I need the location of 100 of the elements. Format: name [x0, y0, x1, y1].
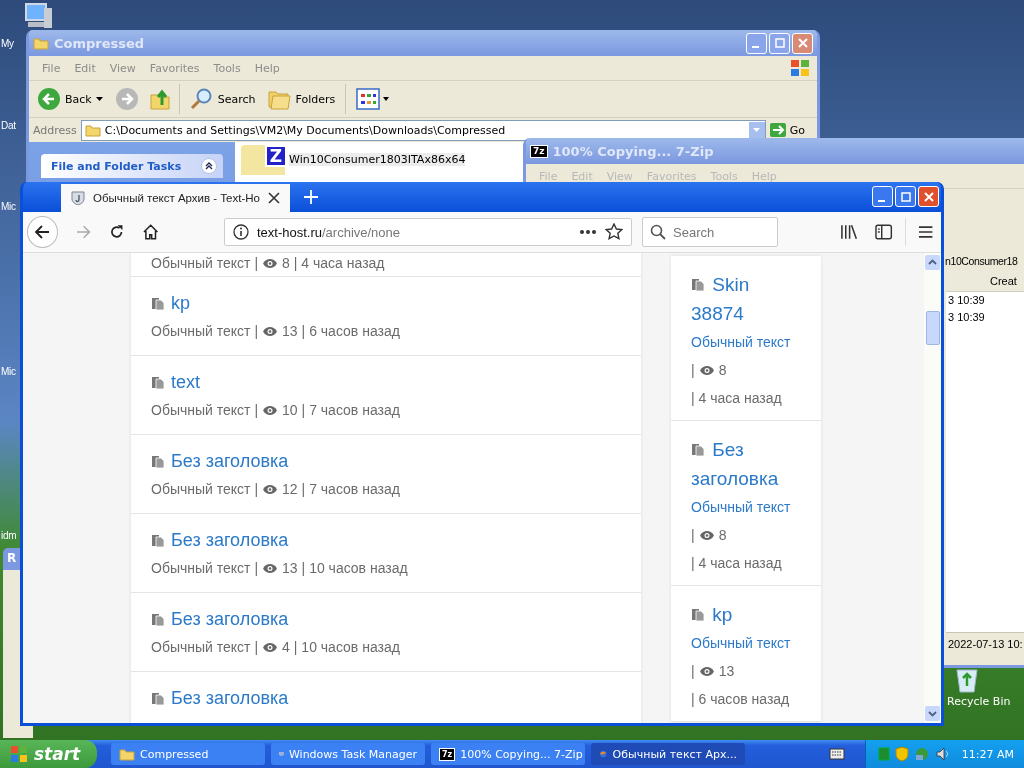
document-icon — [151, 296, 165, 310]
browser-tab[interactable]: Обычный текст Архив - Text-Ho — [61, 184, 290, 212]
close-icon — [797, 38, 808, 48]
collapse-icon[interactable] — [201, 158, 217, 174]
eye-icon — [698, 529, 715, 541]
document-icon — [151, 454, 165, 468]
menu-item[interactable]: File — [35, 61, 68, 75]
start-button[interactable]: start — [0, 740, 97, 768]
address-field[interactable]: C:\Documents and Settings\VM2\My Documents\Downloads\Compressed — [80, 119, 766, 141]
archiver-logo: 7z — [439, 747, 456, 761]
back-button[interactable]: Back — [35, 85, 105, 113]
paste-title-link[interactable]: Без заголовка — [171, 529, 289, 551]
maximize-icon — [900, 191, 911, 202]
category-text: Обычный текст | — [151, 402, 259, 418]
url-field[interactable]: text-host.ru/archive/none — [223, 218, 633, 246]
scroll-thumb[interactable] — [925, 311, 940, 345]
url-text: text-host.ru/archive/none — [256, 224, 402, 240]
go-button[interactable]: Go — [769, 123, 813, 137]
desktop-icon-label[interactable]: Dat — [1, 120, 16, 131]
minimize-icon — [877, 199, 885, 202]
document-icon — [691, 277, 705, 291]
document-icon — [151, 375, 165, 389]
document-icon — [691, 442, 705, 456]
computer-icon[interactable] — [24, 2, 54, 30]
time-text: | 10 часов назад — [293, 639, 400, 655]
file-name[interactable]: Win10Consumer1803ITAx86x64 — [289, 153, 466, 166]
paste-title-link[interactable]: Без заголовка — [171, 687, 289, 709]
paste-title-link[interactable]: Без заголовка — [171, 450, 289, 472]
separator-text: | — [691, 662, 695, 681]
menu-item[interactable]: Edit — [67, 61, 103, 75]
window-title: 100% Copying... 7-Zip — [552, 143, 714, 159]
windows-logo-icon — [789, 58, 811, 78]
paste-title-link[interactable]: kp — [691, 600, 791, 629]
star-icon[interactable] — [605, 223, 624, 241]
desktop-icon-label[interactable]: idm — [1, 530, 17, 541]
view-count: 8 — [718, 526, 727, 545]
close-tab-icon[interactable] — [268, 192, 280, 204]
taskbar-button[interactable]: Compressed — [111, 743, 265, 765]
back-button[interactable] — [27, 216, 58, 248]
menu-item[interactable]: View — [102, 61, 143, 75]
desktop-icon-label[interactable]: My — [1, 38, 14, 49]
taskbar-button[interactable]: Windows Task Manager — [271, 743, 425, 765]
recycle-bin-label[interactable]: Recycle Bin — [947, 695, 1011, 708]
paste-title-link[interactable]: Без заголовка — [171, 608, 289, 630]
date-cell-text: 3 10:39 — [947, 294, 986, 308]
menu-item[interactable]: Favorites — [142, 61, 207, 75]
time-text: | 7 часов назад — [301, 402, 400, 418]
search-button[interactable]: Search — [187, 85, 258, 113]
archive-icon[interactable]: Z — [241, 145, 285, 175]
reload-icon[interactable] — [109, 224, 125, 240]
paste-title-link[interactable]: text — [171, 371, 200, 393]
windows-logo-icon — [10, 745, 28, 763]
view-count: 10 — [282, 402, 298, 418]
home-icon[interactable] — [142, 224, 158, 240]
maximize-icon — [774, 38, 785, 48]
info-icon[interactable] — [232, 224, 249, 240]
eye-icon — [262, 257, 279, 269]
category-link[interactable]: Обычный текст — [691, 493, 801, 521]
sidebar-icon[interactable] — [875, 224, 893, 240]
desktop-icon-label[interactable]: Mic — [1, 201, 16, 212]
document-icon — [151, 612, 165, 626]
time-text: | 4 часа назад — [293, 255, 385, 271]
library-icon[interactable] — [840, 224, 858, 240]
folder-icon — [84, 123, 101, 137]
view-count: 13 — [282, 323, 298, 339]
category-link[interactable]: Обычный текст — [691, 629, 801, 657]
minimize-button[interactable] — [872, 186, 893, 207]
dropdown-caret-icon — [753, 128, 761, 132]
menu-icon[interactable] — [917, 225, 933, 239]
scroll-up-icon[interactable] — [925, 255, 940, 270]
folders-button[interactable]: Folders — [265, 86, 338, 112]
category-text: Обычный текст | — [151, 481, 259, 497]
paste-title-link[interactable]: kp — [171, 292, 190, 314]
close-button[interactable] — [918, 186, 939, 207]
more-icon[interactable] — [579, 229, 598, 235]
category-link[interactable]: Обычный текст — [691, 328, 801, 356]
search-icon — [650, 224, 667, 240]
menu-item[interactable]: Tools — [206, 61, 248, 75]
desktop-icon-label[interactable]: Mic — [1, 366, 16, 377]
paste-title-link[interactable]: Skin 38874 — [691, 270, 791, 328]
column-title: Creat — [990, 275, 1017, 287]
task-panel-title[interactable]: File and Folder Tasks — [51, 159, 182, 173]
menu-item[interactable]: Help — [247, 61, 287, 75]
taskbar-button[interactable]: 7z 100% Copying... 7-Zip — [431, 743, 585, 765]
search-icon — [189, 87, 214, 111]
up-folder-icon[interactable] — [148, 87, 171, 111]
minimize-icon — [751, 46, 759, 48]
maximize-button[interactable] — [895, 186, 916, 207]
address-text: C:\Documents and Settings\VM2\My Documents\Downloads\Compressed — [104, 123, 506, 137]
taskbar-button[interactable]: Обычный текст Арх... — [591, 743, 745, 765]
scrollbar[interactable] — [924, 253, 941, 723]
window-title: Compressed — [54, 35, 145, 51]
document-icon — [151, 691, 165, 705]
keyboard-icon[interactable] — [828, 748, 845, 760]
search-field[interactable]: Search — [642, 217, 779, 247]
new-tab-icon[interactable] — [304, 190, 318, 204]
scroll-down-icon[interactable] — [925, 706, 940, 721]
eye-icon — [262, 404, 279, 416]
speaker-icon[interactable] — [934, 746, 951, 762]
paste-title-link[interactable]: Без заголовка — [691, 435, 791, 493]
